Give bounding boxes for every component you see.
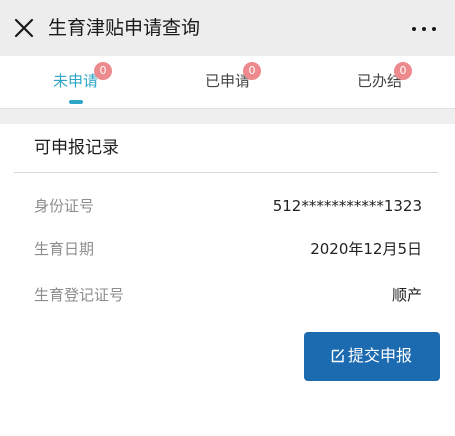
row-value: 512***********1323 bbox=[272, 197, 422, 215]
more-icon-dot bbox=[432, 27, 436, 31]
info-row-id-number: 身份证号 512***********1323 bbox=[0, 194, 455, 218]
submit-button[interactable]: 提交申报 bbox=[304, 332, 440, 381]
more-button[interactable] bbox=[411, 16, 437, 40]
tab-label: 未申请 bbox=[52, 72, 98, 90]
count-badge: 0 bbox=[243, 62, 261, 80]
divider bbox=[14, 172, 438, 173]
section-title: 可申报记录 bbox=[34, 138, 119, 158]
record-card: 可申报记录 身份证号 512***********1323 生育日期 2020年… bbox=[0, 124, 455, 436]
more-icon-dot bbox=[422, 27, 426, 31]
row-label: 生育登记证号 bbox=[34, 286, 125, 304]
page-title: 生育津贴申请查询 bbox=[48, 17, 201, 39]
info-row-birth-date: 生育日期 2020年12月5日 bbox=[0, 237, 455, 261]
close-button[interactable] bbox=[12, 16, 36, 40]
row-value: 顺产 bbox=[391, 286, 422, 304]
submit-button-label: 提交申报 bbox=[348, 346, 413, 365]
tab-label: 已办结 bbox=[356, 72, 402, 90]
row-label: 生育日期 bbox=[34, 240, 95, 258]
app-window: 生育津贴申请查询 未申请 0 已申请 0 已办结 0 可申报记录 身份证号 51… bbox=[0, 0, 455, 436]
close-icon bbox=[14, 18, 34, 38]
tab-bar: 未申请 0 已申请 0 已办结 0 bbox=[0, 56, 455, 109]
count-badge: 0 bbox=[94, 62, 112, 80]
tab-unapplied[interactable]: 未申请 0 bbox=[0, 56, 151, 108]
title-bar: 生育津贴申请查询 bbox=[0, 0, 455, 56]
edit-icon bbox=[331, 349, 345, 363]
tab-label: 已申请 bbox=[204, 72, 250, 90]
row-value: 2020年12月5日 bbox=[310, 240, 422, 258]
tab-completed[interactable]: 已办结 0 bbox=[304, 56, 455, 108]
more-icon-dot bbox=[412, 27, 416, 31]
count-badge: 0 bbox=[394, 62, 412, 80]
active-tab-indicator bbox=[69, 100, 83, 104]
row-label: 身份证号 bbox=[34, 197, 95, 215]
info-row-birth-registration: 生育登记证号 顺产 bbox=[0, 283, 455, 307]
tab-applied[interactable]: 已申请 0 bbox=[152, 56, 303, 108]
